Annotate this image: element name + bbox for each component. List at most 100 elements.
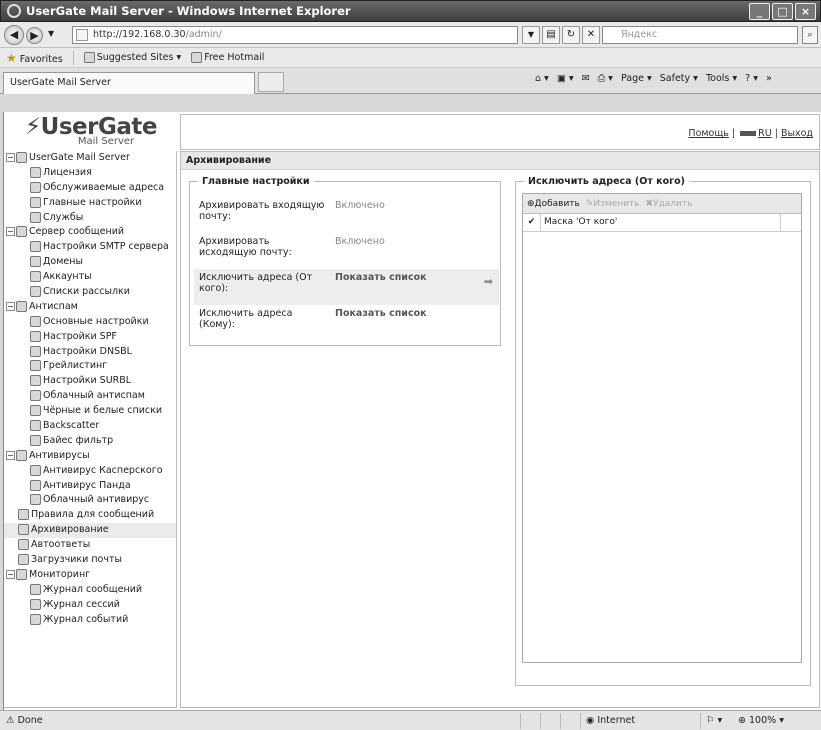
- favorites-button[interactable]: ★ Favorites: [6, 51, 63, 65]
- tree-item[interactable]: − Антиспам: [4, 300, 176, 315]
- tree-item-label: Автоответы: [31, 539, 91, 551]
- logout-link[interactable]: Выход: [781, 128, 813, 139]
- tree-item[interactable]: Журнал событий: [4, 613, 176, 628]
- tree-item-label: Настройки DNSBL: [43, 345, 132, 357]
- tree-item[interactable]: − Сервер сообщений: [4, 225, 176, 240]
- tree-item[interactable]: − Антивирусы: [4, 449, 176, 464]
- tree-item[interactable]: − UserGate Mail Server: [4, 151, 176, 166]
- tree-item[interactable]: Антивирус Панда: [4, 479, 176, 494]
- help-icon[interactable]: ? ▾: [745, 73, 758, 84]
- tree-node-icon: [16, 449, 27, 461]
- setting-row-exclude-from[interactable]: Исключить адреса (От кого): Показать спи…: [194, 269, 499, 305]
- tree-item[interactable]: Архивирование: [4, 523, 176, 539]
- tree-item[interactable]: Антивирус Касперского: [4, 464, 176, 479]
- tree-item[interactable]: Настройки SMTP сервера: [4, 240, 176, 255]
- print-icon[interactable]: ⎙ ▾: [598, 73, 613, 84]
- stop-icon[interactable]: ✕: [582, 26, 600, 44]
- tree-item[interactable]: Главные настройки: [4, 196, 176, 211]
- language-link[interactable]: RU: [758, 128, 772, 139]
- tree-item[interactable]: Журнал сессий: [4, 598, 176, 613]
- show-list-link[interactable]: Показать список: [335, 272, 427, 283]
- grid-toolbar: ⊕Добавить ✎Изменить ✖Удалить: [523, 194, 801, 214]
- tree-node-icon: [30, 196, 41, 208]
- feeds-icon[interactable]: ▣ ▾: [557, 73, 574, 84]
- protected-mode-icon[interactable]: ⚐ ▾: [706, 711, 722, 730]
- address-input[interactable]: http://192.168.0.30/admin/: [72, 26, 518, 44]
- delete-button[interactable]: ✖Удалить: [646, 199, 693, 209]
- tree-item[interactable]: Службы: [4, 211, 176, 226]
- setting-row-outgoing[interactable]: Архивировать исходящую почту: Включено: [194, 233, 499, 269]
- tree-item[interactable]: Облачный антивирус: [4, 493, 176, 508]
- tree-item[interactable]: Загрузчики почты: [4, 553, 176, 568]
- tools-menu[interactable]: Tools ▾: [706, 73, 737, 84]
- history-dropdown-icon[interactable]: ▼: [48, 29, 54, 38]
- edit-label: Изменить: [593, 198, 640, 209]
- search-placeholder: Яндекс: [621, 29, 658, 40]
- hotmail-label: Free Hotmail: [204, 52, 265, 63]
- collapse-toggle-icon[interactable]: −: [6, 153, 15, 162]
- tree-item[interactable]: Облачный антиспам: [4, 389, 176, 404]
- show-list-link[interactable]: Показать список: [335, 308, 427, 319]
- tree-item[interactable]: Основные настройки: [4, 315, 176, 330]
- search-icon[interactable]: ⌕: [802, 26, 818, 44]
- browser-tab[interactable]: UserGate Mail Server: [3, 72, 255, 94]
- collapse-toggle-icon[interactable]: −: [6, 569, 15, 579]
- tree-item[interactable]: Настройки DNSBL: [4, 345, 176, 360]
- tree-node-icon: [30, 405, 41, 417]
- zoom-control[interactable]: ⊕ 100% ▾: [738, 711, 784, 730]
- setting-row-exclude-to[interactable]: Исключить адреса (Кому): Показать список: [194, 305, 499, 341]
- collapse-toggle-icon[interactable]: −: [6, 450, 15, 460]
- tree-item[interactable]: Backscatter: [4, 419, 176, 434]
- tree-item[interactable]: Чёрные и белые списки: [4, 404, 176, 419]
- tree-item[interactable]: Аккаунты: [4, 270, 176, 285]
- tree-item[interactable]: Обслуживаемые адреса: [4, 181, 176, 196]
- tree-item-label: Антивирус Панда: [43, 479, 131, 491]
- tree-item[interactable]: Автоответы: [4, 538, 176, 553]
- tree-item[interactable]: Настройки SPF: [4, 330, 176, 345]
- tree-item[interactable]: Списки рассылки: [4, 285, 176, 300]
- tree-item[interactable]: Журнал сообщений: [4, 583, 176, 598]
- separator: [72, 50, 74, 65]
- page-menu[interactable]: Page ▾: [621, 73, 652, 84]
- maximize-button[interactable]: □: [772, 3, 793, 20]
- edit-button[interactable]: ✎Изменить: [586, 199, 640, 209]
- column-header-mask[interactable]: Маска 'От кого': [541, 214, 781, 231]
- tree-node-icon: [30, 330, 41, 342]
- tree-item[interactable]: Правила для сообщений: [4, 508, 176, 523]
- refresh-icon[interactable]: ↻: [562, 26, 580, 44]
- collapse-toggle-icon[interactable]: −: [6, 301, 15, 311]
- address-dropdown-icon[interactable]: ▼: [522, 26, 540, 44]
- tree-item[interactable]: Настройки SURBL: [4, 374, 176, 389]
- tree-item[interactable]: Байес фильтр: [4, 434, 176, 449]
- setting-value: Включено: [335, 200, 385, 211]
- add-button[interactable]: ⊕Добавить: [527, 199, 580, 209]
- chevron-right-icon[interactable]: »: [766, 73, 772, 84]
- back-icon[interactable]: ◀: [4, 25, 24, 45]
- collapse-toggle-icon[interactable]: −: [6, 227, 15, 237]
- separator: [560, 713, 561, 729]
- search-input[interactable]: Яндекс: [602, 26, 798, 44]
- safety-menu[interactable]: Safety ▾: [660, 73, 698, 84]
- tree-item-label: Антивирусы: [29, 449, 90, 461]
- tree-item[interactable]: Лицензия: [4, 166, 176, 181]
- tree-node-icon: [30, 479, 41, 491]
- minimize-button[interactable]: _: [749, 3, 770, 20]
- delete-label: Удалить: [653, 198, 693, 209]
- tree-item[interactable]: − Мониторинг: [4, 568, 176, 583]
- forward-icon[interactable]: ▶: [26, 27, 43, 44]
- hotmail-link[interactable]: Free Hotmail: [191, 52, 264, 63]
- help-link[interactable]: Помощь: [688, 128, 728, 139]
- tree-item[interactable]: Домены: [4, 255, 176, 270]
- tree-item-label: Настройки SURBL: [43, 375, 132, 387]
- tree-item[interactable]: Грейлистинг: [4, 359, 176, 374]
- new-tab-button[interactable]: [258, 72, 284, 92]
- compatibility-icon[interactable]: ▤: [542, 26, 560, 44]
- tree-node-icon: [30, 256, 41, 268]
- setting-row-incoming[interactable]: Архивировать входящую почту: Включено: [194, 197, 499, 233]
- suggested-sites-link[interactable]: Suggested Sites ▾: [83, 52, 181, 63]
- logo: ⚡UserGate Mail Server: [4, 112, 178, 150]
- close-button[interactable]: ×: [795, 3, 816, 20]
- checkmark-icon[interactable]: ✔: [523, 214, 541, 231]
- mail-icon[interactable]: ✉: [582, 73, 590, 84]
- home-icon[interactable]: ⌂ ▾: [535, 73, 549, 84]
